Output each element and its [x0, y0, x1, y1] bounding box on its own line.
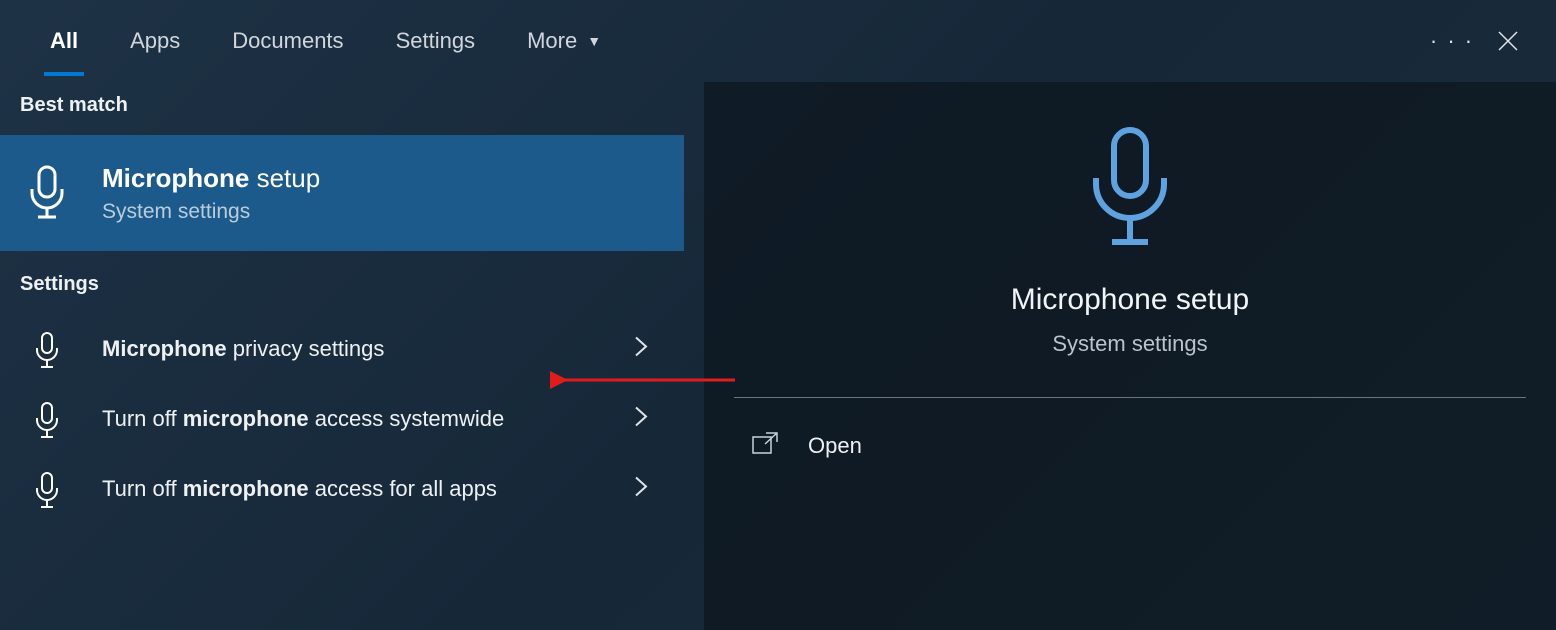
settings-result-access-systemwide[interactable]: Turn off microphone access systemwide	[0, 384, 684, 454]
tab-label: Settings	[396, 28, 476, 54]
chevron-right-icon[interactable]	[634, 476, 648, 503]
open-action[interactable]: Open	[704, 398, 1556, 493]
best-match-title: Microphone setup	[102, 163, 320, 194]
microphone-icon	[1080, 126, 1180, 261]
microphone-icon	[20, 468, 74, 510]
tab-label: More	[527, 28, 577, 54]
more-options-button[interactable]: · · ·	[1424, 13, 1480, 69]
microphone-icon	[20, 398, 74, 440]
best-match-result[interactable]: Microphone setup System settings	[0, 135, 684, 251]
microphone-icon	[20, 328, 74, 370]
best-match-heading: Best match	[0, 82, 684, 135]
settings-heading: Settings	[0, 251, 684, 314]
best-match-subtitle: System settings	[102, 200, 320, 224]
main-area: Best match Microphone setup System setti…	[0, 82, 1556, 630]
tab-settings[interactable]: Settings	[370, 0, 502, 82]
results-pane: Best match Microphone setup System setti…	[0, 82, 684, 630]
microphone-icon	[20, 165, 74, 221]
search-tabs: All Apps Documents Settings More ▼ · · ·	[0, 0, 1556, 82]
open-label: Open	[808, 433, 862, 459]
result-label: Turn off microphone access for all apps	[102, 473, 664, 505]
tab-label: All	[50, 28, 78, 54]
open-external-icon	[752, 432, 778, 459]
tab-documents[interactable]: Documents	[206, 0, 369, 82]
chevron-right-icon[interactable]	[634, 406, 648, 433]
tab-apps[interactable]: Apps	[104, 0, 206, 82]
preview-subtitle: System settings	[1052, 331, 1207, 357]
result-label: Microphone privacy settings	[102, 333, 664, 365]
settings-result-access-all-apps[interactable]: Turn off microphone access for all apps	[0, 454, 684, 524]
tab-label: Documents	[232, 28, 343, 54]
settings-result-privacy[interactable]: Microphone privacy settings	[0, 314, 684, 384]
chevron-down-icon: ▼	[587, 33, 601, 49]
tab-all[interactable]: All	[24, 0, 104, 82]
preview-title: Microphone setup	[1011, 283, 1249, 317]
tab-label: Apps	[130, 28, 180, 54]
tab-more[interactable]: More ▼	[501, 0, 627, 82]
chevron-right-icon[interactable]	[634, 336, 648, 363]
close-button[interactable]	[1480, 13, 1536, 69]
preview-pane: Microphone setup System settings Open	[704, 82, 1556, 630]
result-label: Turn off microphone access systemwide	[102, 403, 664, 435]
